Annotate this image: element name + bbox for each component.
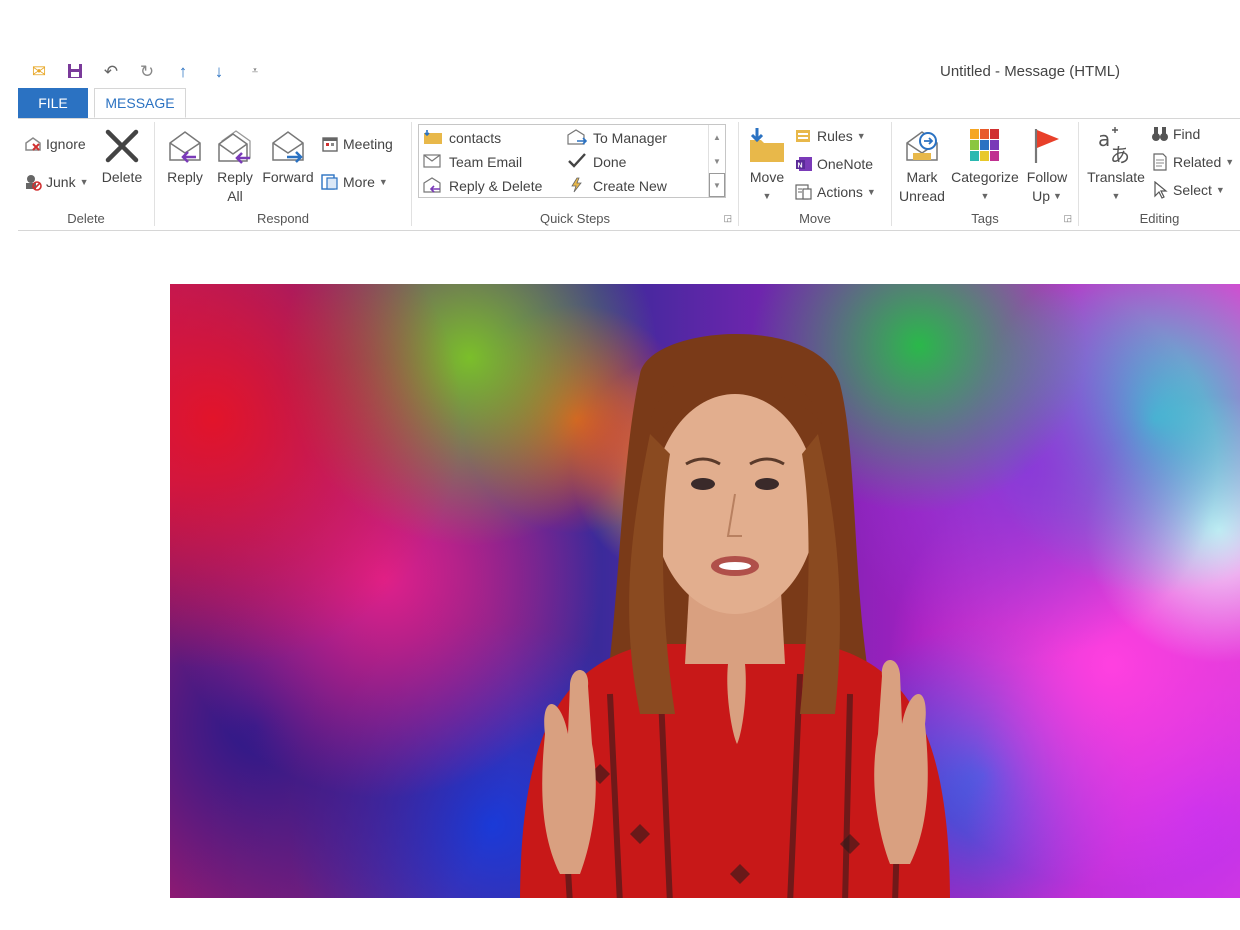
cursor-icon <box>1151 181 1169 199</box>
actions-icon <box>795 183 813 201</box>
move-group-label: Move <box>799 211 831 226</box>
forward-icon <box>268 126 308 166</box>
quick-step-done[interactable]: Done <box>567 151 626 173</box>
reply-button[interactable]: Reply <box>163 126 207 187</box>
quick-steps-group-label: Quick Steps <box>539 211 611 226</box>
binoculars-icon <box>1151 125 1169 143</box>
follow-up-button[interactable]: Follow Up ▼ <box>1022 126 1072 206</box>
redo-icon[interactable]: ↻ <box>136 60 158 82</box>
respond-group-label: Respond <box>256 211 310 226</box>
reply-all-icon <box>215 126 255 166</box>
onenote-button[interactable]: N OneNote <box>795 152 873 176</box>
chevron-down-icon: ▼ <box>1052 191 1062 201</box>
quick-steps-gallery: contacts To Manager Team Email Done Repl… <box>418 124 726 198</box>
ignore-icon <box>24 135 42 153</box>
chevron-down-icon: ▼ <box>866 187 876 197</box>
forward-button[interactable]: Forward <box>261 126 315 187</box>
chevron-down-icon: ▼ <box>1111 191 1121 201</box>
translate-button[interactable]: aあ Translate ▼ <box>1083 126 1149 206</box>
tab-file[interactable]: FILE <box>18 88 88 118</box>
chevron-down-icon: ▼ <box>378 177 388 187</box>
more-respond-button[interactable]: More ▼ <box>321 170 388 194</box>
svg-text:N: N <box>798 163 803 170</box>
select-button[interactable]: Select ▼ <box>1151 178 1225 202</box>
chevron-down-icon: ▼ <box>79 177 89 187</box>
more-icon <box>321 173 339 191</box>
ribbon-tab-bar: FILE MESSAGE <box>18 88 1240 119</box>
quick-step-contacts[interactable]: contacts <box>423 127 501 149</box>
ignore-button[interactable]: Ignore <box>24 132 86 156</box>
move-group: Move ▼ Rules ▼ N OneNote Actions ▼ Move <box>739 118 892 230</box>
chevron-down-icon: ▼ <box>856 131 866 141</box>
reply-icon <box>165 126 205 166</box>
envelope-icon[interactable]: ✉ <box>28 60 50 82</box>
checkmark-icon <box>567 152 587 172</box>
scroll-down-icon[interactable]: ▼ <box>709 149 725 173</box>
gallery-expand-icon[interactable]: ▼ <box>709 173 725 197</box>
ribbon: Ignore Junk ▼ Delete Delete Reply Reply … <box>18 118 1240 231</box>
reply-all-button[interactable]: Reply All <box>213 126 257 206</box>
mark-unread-button[interactable]: Mark Unread <box>896 126 948 206</box>
svg-text:a: a <box>1098 127 1110 151</box>
rules-icon <box>795 127 813 145</box>
chevron-down-icon: ▼ <box>1215 185 1225 195</box>
delete-x-icon <box>102 126 142 166</box>
junk-button[interactable]: Junk ▼ <box>24 170 89 194</box>
save-icon[interactable] <box>64 60 86 82</box>
respond-group: Reply Reply All Forward Meeting More ▼ R… <box>155 118 412 230</box>
chevron-down-icon: ▼ <box>762 191 772 201</box>
rules-button[interactable]: Rules ▼ <box>795 124 866 148</box>
folder-arrow-icon <box>423 129 443 148</box>
quick-access-toolbar: ✉ ↶ ↻ ↑ ↓ ⩡ <box>28 60 266 82</box>
up-arrow-icon[interactable]: ↑ <box>172 60 194 82</box>
svg-text:あ: あ <box>1110 143 1130 166</box>
find-button[interactable]: Find <box>1151 122 1200 146</box>
categorize-button[interactable]: Categorize ▼ <box>950 126 1020 206</box>
related-button[interactable]: Related ▼ <box>1151 150 1234 174</box>
tab-message[interactable]: MESSAGE <box>94 88 186 118</box>
meeting-button[interactable]: Meeting <box>321 132 393 156</box>
presenter-image <box>520 334 950 898</box>
quick-steps-scrollbar[interactable]: ▲ ▼ ▼ <box>708 125 725 197</box>
delete-group: Ignore Junk ▼ Delete Delete <box>18 118 155 230</box>
delete-group-label: Delete <box>67 211 105 226</box>
quick-step-reply-delete[interactable]: Reply & Delete <box>423 175 542 197</box>
junk-icon <box>24 173 42 191</box>
customize-icon[interactable]: ⩡ <box>244 60 266 82</box>
window-title: Untitled - Message (HTML) <box>940 63 1121 80</box>
envelope-forward-icon <box>567 128 588 148</box>
editing-group-label: Editing <box>1139 211 1180 226</box>
undo-icon[interactable]: ↶ <box>100 60 122 82</box>
actions-button[interactable]: Actions ▼ <box>795 180 876 204</box>
quick-step-create-new[interactable]: Create New <box>567 175 667 197</box>
chevron-down-icon: ▼ <box>980 191 990 201</box>
tags-group-label: Tags <box>971 211 999 226</box>
envelope-unread-icon <box>902 126 942 166</box>
quick-steps-group: contacts To Manager Team Email Done Repl… <box>412 118 739 230</box>
dialog-launcher-icon[interactable]: ◲ <box>723 213 732 224</box>
quick-step-team-email[interactable]: Team Email <box>423 151 522 173</box>
quick-step-to-manager[interactable]: To Manager <box>567 127 667 149</box>
document-icon <box>1151 153 1169 171</box>
tags-group: Mark Unread Categorize ▼ Follow Up ▼ Tags… <box>892 118 1079 230</box>
translate-icon: aあ <box>1096 126 1136 166</box>
onenote-icon: N <box>795 155 813 173</box>
scroll-up-icon[interactable]: ▲ <box>709 125 725 149</box>
meeting-icon <box>321 135 339 153</box>
dialog-launcher-icon[interactable]: ◲ <box>1063 213 1072 224</box>
embedded-video-image <box>170 284 1240 898</box>
editing-group: aあ Translate ▼ Find Related ▼ Select ▼ E… <box>1079 118 1240 230</box>
move-button[interactable]: Move ▼ <box>745 126 789 206</box>
reply-delete-icon <box>423 176 443 196</box>
move-folder-icon <box>747 126 787 166</box>
flag-icon <box>1027 126 1067 166</box>
team-email-icon <box>423 153 443 172</box>
categorize-icon <box>965 126 1005 166</box>
down-arrow-icon[interactable]: ↓ <box>208 60 230 82</box>
delete-button[interactable]: Delete <box>100 126 144 187</box>
lightning-icon <box>567 177 587 196</box>
chevron-down-icon: ▼ <box>1225 157 1235 167</box>
